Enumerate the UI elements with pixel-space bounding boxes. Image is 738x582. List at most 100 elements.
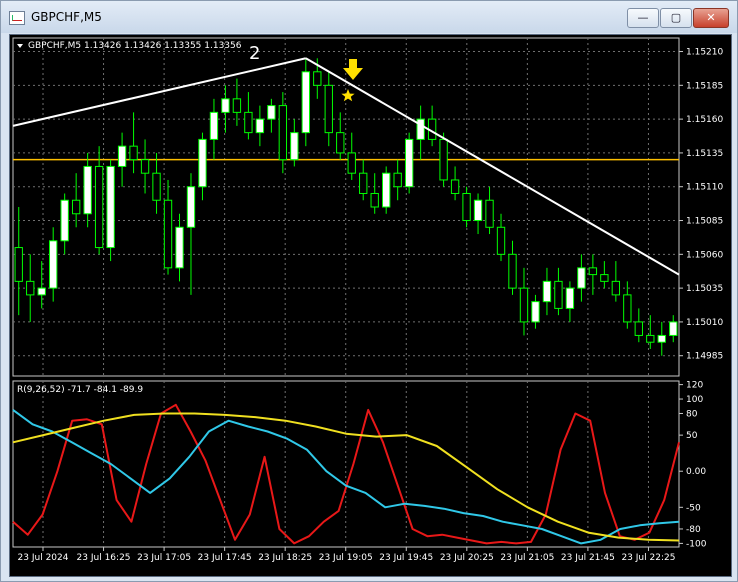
candle-body (450, 179, 460, 194)
time-tick-label: 23 Jul 19:05 (319, 553, 373, 563)
candle-body (49, 240, 58, 289)
candle-body (519, 287, 529, 323)
price-tick-label: 1.15060 (686, 250, 723, 260)
chart-area[interactable]: 1.15210 1.15185 1.15160 1.15135 1.15110 1.150… (9, 34, 732, 577)
candle-body (278, 105, 288, 161)
candle-body (393, 172, 402, 188)
candle-body (301, 71, 310, 134)
candle-body (140, 159, 150, 174)
candle-body (439, 138, 448, 181)
candle-body (209, 111, 219, 140)
candle-body (313, 71, 322, 86)
grid (13, 38, 679, 547)
price-tick-label: 1.15085 (686, 217, 723, 227)
collapse-arrow-icon[interactable] (17, 44, 23, 48)
candle-body (646, 334, 655, 343)
price-tick-label: 1.15110 (686, 183, 723, 193)
price-tick-label: 1.14985 (686, 352, 723, 362)
candle-body (657, 334, 666, 343)
candle-body (94, 165, 104, 249)
down-arrow-marker-icon (343, 59, 363, 80)
candle-body (267, 105, 276, 120)
star-marker-icon (341, 89, 355, 102)
candle-body (370, 192, 379, 208)
time-tick-label: 23 Jul 19:45 (379, 553, 433, 563)
candle-body (588, 267, 598, 276)
candle-body (359, 172, 368, 194)
candle-body (634, 321, 643, 336)
candle-body (531, 301, 540, 323)
candle-body (26, 280, 35, 296)
trendline-up (12, 57, 307, 127)
candle-body (129, 145, 138, 161)
candle-body (404, 138, 414, 188)
candle-body (600, 274, 609, 282)
candle-body (255, 118, 265, 134)
axes: 1.15210 1.15185 1.15160 1.15135 1.15110 1.150… (18, 48, 724, 563)
candle-body (577, 267, 586, 289)
price-tick-label: 1.15185 (686, 81, 723, 91)
candle-body (462, 192, 471, 222)
candle-body (106, 165, 115, 249)
candle-body (473, 199, 483, 222)
price-tick-label: 1.15035 (686, 284, 723, 294)
indicator-tick-label: -80 (686, 525, 701, 535)
candle-body (336, 132, 345, 154)
chart-app-icon (9, 11, 25, 25)
candle-body (508, 253, 517, 289)
minimize-button[interactable]: — (627, 8, 659, 28)
candle-body (163, 199, 173, 269)
indicator-label: R(9,26,52) -71.7 -84.1 -89.9 (17, 385, 143, 395)
candle-body (542, 280, 552, 303)
candle-body (611, 280, 621, 296)
indicator-tick-label: 120 (686, 381, 703, 391)
candle-body (152, 172, 161, 201)
time-tick-label: 23 Jul 17:05 (137, 553, 191, 563)
indicator-tick-label: -100 (686, 539, 707, 549)
candle-body (221, 98, 230, 113)
maximize-button[interactable]: ▢ (660, 8, 692, 28)
title-bar[interactable]: GBPCHF,M5 — ▢ ✕ (1, 1, 737, 33)
chart-info-label: GBPCHF,M5 1.13426 1.13426 1.13355 1.1335… (28, 41, 242, 51)
candle-body (60, 199, 69, 242)
time-tick-label: 23 Jul 16:25 (77, 553, 131, 563)
chart-canvas[interactable]: 1.15210 1.15185 1.15160 1.15135 1.15110 1.150… (10, 35, 731, 576)
candle-body (117, 145, 127, 167)
candle-body (290, 132, 299, 161)
time-tick-label: 23 Jul 21:45 (561, 553, 615, 563)
price-tick-label: 1.15135 (686, 149, 723, 159)
close-button[interactable]: ✕ (693, 8, 729, 28)
indicator-tick-label: 80 (686, 409, 698, 419)
candle-body (37, 287, 46, 296)
candle-body (669, 321, 678, 336)
indicator-tick-label: -50 (686, 503, 701, 513)
candle-body (71, 199, 81, 215)
window-title: GBPCHF,M5 (31, 10, 102, 24)
indicator-tick-label: 100 (686, 395, 703, 405)
price-tick-label: 1.15010 (686, 318, 723, 328)
time-tick-label: 23 Jul 21:05 (500, 553, 554, 563)
candle-body (186, 186, 196, 228)
price-tick-label: 1.15210 (686, 48, 723, 58)
candle-body (83, 165, 92, 215)
candle-body (175, 226, 184, 269)
candle-body (565, 287, 575, 309)
time-tick-label: 23 Jul 2024 (18, 553, 69, 563)
candle-body (14, 247, 23, 282)
time-tick-label: 23 Jul 18:25 (258, 553, 312, 563)
time-tick-label: 23 Jul 17:45 (198, 553, 252, 563)
time-tick-label: 23 Jul 22:25 (621, 553, 675, 563)
indicator-tick-label: 50 (686, 431, 698, 441)
candle-body (347, 152, 356, 174)
price-tick-label: 1.15160 (686, 115, 723, 125)
candle-body (485, 199, 494, 228)
wave-label: 2 (249, 43, 260, 64)
candle-body (496, 226, 506, 255)
candle-body (324, 84, 333, 134)
time-tick-label: 23 Jul 20:25 (440, 553, 494, 563)
indicator-tick-label: 0.00 (686, 467, 706, 477)
candle-body (244, 111, 253, 134)
candle-body (232, 98, 242, 113)
chart-window: GBPCHF,M5 — ▢ ✕ 1.15210 1.15185 1.15160 1.1… (0, 0, 738, 582)
candle-body (198, 138, 207, 188)
